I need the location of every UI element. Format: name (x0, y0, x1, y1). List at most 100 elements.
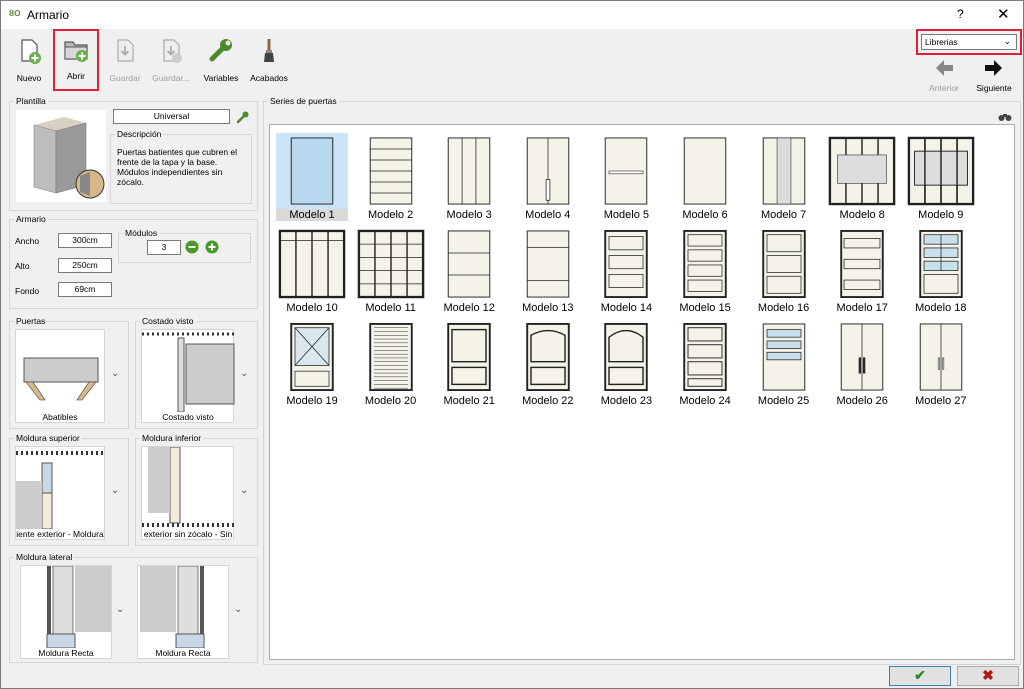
door-model-item[interactable]: Modelo 15 (669, 226, 741, 314)
fondo-field[interactable]: 69cm (58, 282, 112, 297)
wrench-icon (209, 39, 232, 62)
siguiente-button[interactable]: Siguiente (969, 57, 1019, 97)
abrir-button[interactable]: Abrir (53, 29, 99, 91)
door-model-item[interactable]: Modelo 24 (669, 319, 741, 407)
door-model-item[interactable]: Modelo 6 (669, 133, 741, 221)
moldura-superior-group[interactable]: Moldura superior iente exterior - Moldur… (9, 433, 129, 546)
acabados-label: Acabados (250, 73, 288, 83)
chevron-down-icon[interactable]: ⌄ (240, 485, 248, 496)
ancho-label: Ancho (15, 236, 40, 246)
door-model-item[interactable]: Modelo 26 (826, 319, 898, 407)
nuevo-button[interactable]: Nuevo (7, 33, 51, 91)
ancho-field[interactable]: 300cm (58, 233, 112, 248)
plantilla-group: Plantilla Universal Descripción Puertas … (9, 96, 258, 211)
modulos-field[interactable]: 3 (147, 240, 181, 255)
door-model-image (447, 137, 491, 205)
moldura-lateral-left-value: Moldura Recta (38, 648, 94, 658)
door-model-item[interactable]: Modelo 25 (748, 319, 820, 407)
door-model-label: Modelo 1 (276, 209, 348, 221)
binoculars-icon[interactable] (998, 112, 1012, 122)
moldura-lateral-right-preview[interactable]: Moldura Recta (137, 565, 229, 659)
chevron-down-icon[interactable]: ⌄ (234, 604, 242, 615)
ok-button[interactable]: ✔ (889, 666, 951, 686)
door-model-item[interactable]: Modelo 22 (512, 319, 584, 407)
library-select[interactable]: Librerias ⌄ (916, 29, 1022, 55)
puertas-group[interactable]: Puertas Abatibles ⌄ (9, 316, 129, 429)
chevron-down-icon[interactable]: ⌄ (116, 604, 124, 615)
door-model-image (605, 137, 648, 205)
door-model-label: Modelo 14 (600, 302, 653, 314)
plus-icon[interactable] (205, 240, 219, 254)
door-model-item[interactable]: Modelo 9 (905, 133, 977, 221)
door-model-item[interactable]: Modelo 12 (433, 226, 505, 314)
costado-group[interactable]: Costado visto Costado visto ⌄ (135, 316, 258, 429)
door-model-image (447, 323, 491, 391)
door-model-item[interactable]: Modelo 14 (590, 226, 662, 314)
door-model-item[interactable]: Modelo 5 (590, 133, 662, 221)
new-file-icon (21, 39, 41, 64)
help-button[interactable]: ? (957, 7, 964, 21)
cancel-button[interactable]: ✖ (957, 666, 1019, 686)
moldura-superior-image (16, 451, 106, 530)
anterior-button[interactable]: Anterior (919, 57, 969, 97)
door-model-item[interactable]: Modelo 4 (512, 133, 584, 221)
close-button[interactable]: ✕ (997, 5, 1010, 23)
door-model-item[interactable]: Modelo 10 (276, 226, 348, 314)
moldura-lateral-right-value: Moldura Recta (155, 648, 211, 658)
door-model-item[interactable]: Modelo 2 (355, 133, 427, 221)
door-model-item[interactable]: Modelo 3 (433, 133, 505, 221)
door-model-item[interactable]: Modelo 21 (433, 319, 505, 407)
plantilla-title: Plantilla (14, 96, 48, 106)
door-model-item[interactable]: Modelo 19 (276, 319, 348, 407)
door-model-label: Modelo 15 (679, 302, 731, 314)
door-model-item[interactable]: Modelo 7 (748, 133, 820, 221)
alto-field[interactable]: 250cm (58, 258, 112, 273)
chevron-down-icon[interactable]: ⌄ (240, 368, 248, 379)
door-model-image (526, 323, 570, 391)
door-model-image (683, 230, 727, 298)
door-model-item[interactable]: Modelo 18 (905, 226, 977, 314)
door-model-label: Modelo 17 (836, 302, 888, 314)
template-wrench-icon[interactable] (236, 110, 250, 124)
door-model-item[interactable]: Modelo 1 (276, 133, 348, 221)
door-model-label: Modelo 27 (915, 395, 967, 407)
variables-label: Variables (203, 73, 239, 83)
chevron-down-icon[interactable]: ⌄ (111, 368, 119, 379)
variables-button[interactable]: Variables (199, 33, 243, 91)
moldura-lateral-left-preview[interactable]: Moldura Recta (20, 565, 112, 659)
guardar-button[interactable]: Guardar (103, 33, 147, 91)
door-model-item[interactable]: Modelo 27 (905, 319, 977, 407)
template-name-field[interactable]: Universal (113, 109, 230, 124)
door-models-grid: Modelo 1 Modelo 2 Modelo 3 Modelo 4 Modelo 5… (269, 124, 1015, 660)
door-model-label: Modelo 21 (443, 395, 495, 407)
fondo-label: Fondo (15, 286, 40, 296)
door-model-image (290, 323, 334, 391)
door-model-item[interactable]: Modelo 8 (826, 133, 898, 221)
moldura-lateral-group: Moldura lateral Moldura Recta ⌄ Moldura … (9, 552, 258, 663)
acabados-button[interactable]: Acabados (247, 33, 291, 91)
template-preview (16, 110, 106, 202)
door-model-image (840, 230, 884, 298)
puertas-preview: Abatibles (15, 329, 105, 423)
save-as-icon (163, 39, 182, 63)
door-model-item[interactable]: Modelo 17 (826, 226, 898, 314)
door-model-image (761, 230, 806, 298)
save-icon (117, 39, 134, 62)
door-model-item[interactable]: Modelo 11 (355, 226, 427, 314)
minus-icon[interactable] (185, 240, 199, 254)
library-value: Librerias (925, 37, 958, 47)
open-folder-icon (64, 41, 88, 62)
guardar-como-label: Guardar... (152, 73, 190, 83)
door-model-label: Modelo 9 (918, 209, 964, 221)
app-icon: ᴽᴼ (9, 8, 21, 22)
door-model-item[interactable]: Modelo 20 (355, 319, 427, 407)
descripcion-title: Descripción (115, 129, 164, 139)
armario-title: Armario (14, 214, 48, 224)
guardar-como-button[interactable]: Guardar... (149, 33, 193, 91)
moldura-superior-title: Moldura superior (14, 433, 82, 443)
chevron-down-icon[interactable]: ⌄ (111, 485, 119, 496)
door-model-item[interactable]: Modelo 13 (512, 226, 584, 314)
door-model-item[interactable]: Modelo 23 (590, 319, 662, 407)
moldura-inferior-group[interactable]: Moldura inferior exterior sin zócalo - S… (135, 433, 258, 546)
door-model-item[interactable]: Modelo 16 (748, 226, 820, 314)
